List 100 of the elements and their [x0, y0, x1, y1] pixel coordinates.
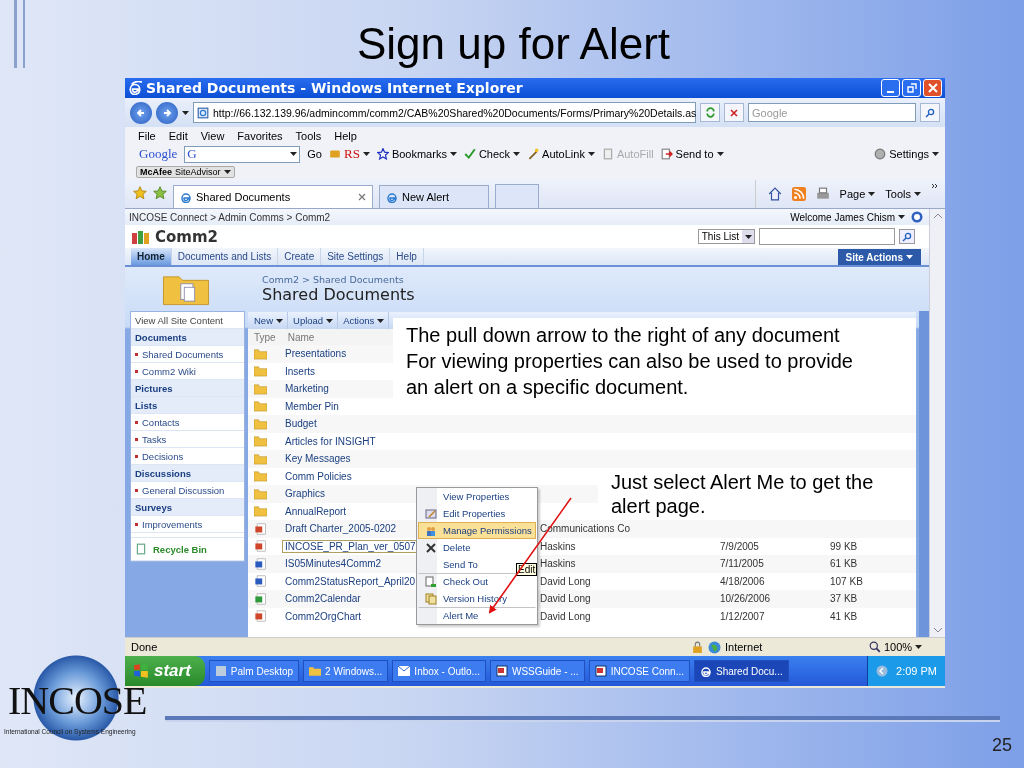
menu-item[interactable]: View Properties [418, 488, 536, 505]
toolbar-button[interactable]: Bookmarks [376, 148, 457, 160]
toolbar-button[interactable]: AutoLink [527, 148, 595, 160]
minimize-button[interactable] [881, 79, 900, 97]
nav-heading[interactable]: Pictures [131, 380, 244, 397]
menu-item[interactable]: Edit [168, 129, 188, 142]
menu-item[interactable]: Favorites [237, 129, 283, 142]
toolbar-button[interactable]: Send to [660, 148, 724, 160]
menu-item[interactable]: View [200, 129, 225, 142]
menu-item[interactable]: Edit Properties [418, 505, 536, 522]
modified-by-cell-text: Haskins [540, 540, 577, 552]
restore-button[interactable] [902, 79, 921, 97]
document-name[interactable]: IS05Minutes4Comm2 [282, 557, 385, 571]
document-name[interactable]: Budget [282, 417, 320, 431]
nav-heading[interactable]: Lists [131, 397, 244, 414]
more-icon[interactable] [931, 183, 939, 189]
nav-item[interactable]: Contacts [131, 414, 244, 431]
taskbar-button[interactable]: INCOSE Conn... [588, 660, 690, 682]
print-icon[interactable] [815, 187, 830, 201]
menu-item[interactable]: File [138, 129, 156, 142]
toolbar-button[interactable]: RS [328, 146, 370, 162]
document-name[interactable]: Marketing [282, 382, 332, 396]
add-star-icon[interactable] [153, 186, 167, 200]
taskbar-button[interactable]: Palm Desktop [208, 660, 300, 682]
home-icon[interactable] [767, 187, 782, 201]
site-tab[interactable]: Home [131, 248, 172, 265]
document-name[interactable]: Draft Charter_2005-0202 [282, 522, 400, 536]
document-name[interactable]: Comm2Calendar [282, 592, 364, 606]
search-field[interactable]: Google [748, 103, 916, 122]
close-icon[interactable] [358, 193, 366, 201]
menu-item[interactable]: Alert Me [418, 607, 536, 624]
vertical-scrollbar[interactable] [929, 209, 945, 637]
browser-tab[interactable]: Shared Documents [173, 185, 373, 208]
google-search-field[interactable]: G [184, 145, 301, 163]
refresh-button[interactable] [700, 103, 720, 122]
tray-icon[interactable] [876, 665, 889, 677]
scroll-up-icon[interactable] [933, 213, 942, 218]
search-button[interactable] [899, 229, 915, 244]
globe-icon [708, 640, 721, 654]
document-name[interactable]: AnnualReport [282, 504, 350, 518]
site-tab[interactable]: Create [278, 248, 322, 265]
close-button[interactable] [923, 79, 942, 97]
nav-item[interactable]: Tasks [131, 431, 244, 448]
file-size-cell-text: 41 KB [830, 610, 859, 622]
menu-item[interactable]: Delete [418, 539, 536, 556]
document-name[interactable]: Graphics [282, 487, 328, 501]
taskbar-button[interactable]: Shared Docu... [694, 660, 789, 682]
browser-tab[interactable]: New Alert [379, 185, 489, 208]
document-name[interactable]: Comm Policies [282, 469, 355, 483]
column-header[interactable]: Type [254, 331, 276, 343]
back-icon [136, 107, 146, 118]
menu-item[interactable]: Manage Permissions [418, 522, 536, 539]
zoom-button[interactable]: 100% [869, 641, 939, 653]
document-name[interactable]: Inserts [282, 364, 318, 378]
scroll-down-icon[interactable] [933, 628, 942, 633]
command-button[interactable]: Page [839, 188, 876, 200]
document-name[interactable]: Presentations [282, 347, 350, 361]
site-tab[interactable]: Documents and Lists [171, 248, 279, 265]
back-button[interactable] [130, 101, 152, 124]
document-name[interactable]: Comm2OrgChart [282, 609, 365, 623]
caret-icon [932, 152, 939, 156]
star-icon[interactable] [133, 186, 147, 200]
site-actions-button[interactable]: Site Actions [837, 249, 921, 265]
siteadvisor-button[interactable]: McAfee SiteAdvisor [136, 165, 235, 178]
caret-icon [716, 152, 724, 156]
document-name[interactable]: Key Messages [282, 452, 354, 466]
stop-button[interactable] [724, 103, 744, 122]
modified-date-cell-text: 4/18/2006 [720, 575, 766, 587]
welcome-menu[interactable]: Welcome James Chism [790, 211, 905, 223]
address-field[interactable]: http://66.132.139.96/admincomm/comm2/CAB%20Shared%20Documents/Forms/Primary%20Details.as [193, 102, 696, 123]
command-button[interactable]: Tools [885, 188, 921, 200]
refresh-icon [704, 107, 716, 118]
help-icon[interactable] [911, 211, 923, 223]
nav-heading[interactable]: Discussions [131, 465, 244, 482]
toolbar-button[interactable]: Settings [874, 148, 939, 160]
site-tab[interactable]: Help [390, 248, 424, 265]
recycle-bin-link[interactable]: Recycle Bin [131, 537, 244, 561]
nav-heading[interactable]: Surveys [131, 499, 244, 516]
scope-dropdown[interactable]: This List [697, 229, 755, 244]
site-tab[interactable]: Site Settings [321, 248, 391, 265]
nav-heading[interactable]: Documents [131, 329, 244, 346]
feed-icon[interactable] [791, 187, 806, 201]
document-name[interactable]: Articles for INSIGHT [282, 434, 379, 448]
document-name[interactable]: Comm2StatusReport_April20 [282, 574, 419, 588]
forward-button[interactable] [156, 101, 178, 124]
document-name[interactable]: INCOSE_PR_Plan_ver_0507 [282, 539, 419, 553]
taskbar-button[interactable]: WSSGuide - ... [489, 660, 585, 682]
menu-item[interactable]: Help [334, 129, 357, 142]
document-name[interactable]: Member Pin [282, 399, 342, 413]
search-button[interactable] [920, 103, 940, 122]
taskbar-button[interactable]: Inbox - Outlo... [392, 660, 486, 682]
site-search-field[interactable] [759, 228, 895, 245]
toolbar-button[interactable]: Go [307, 148, 322, 160]
toolbar-button[interactable]: Check [463, 148, 521, 160]
forward-icon [162, 107, 172, 118]
taskbar-button[interactable]: 2 Windows... [303, 660, 389, 682]
nav-item[interactable]: Shared Documents [131, 346, 244, 363]
nav-item[interactable]: Improvements [131, 516, 244, 533]
menu-item[interactable]: Tools [295, 129, 322, 142]
column-header[interactable]: Name [287, 331, 315, 343]
